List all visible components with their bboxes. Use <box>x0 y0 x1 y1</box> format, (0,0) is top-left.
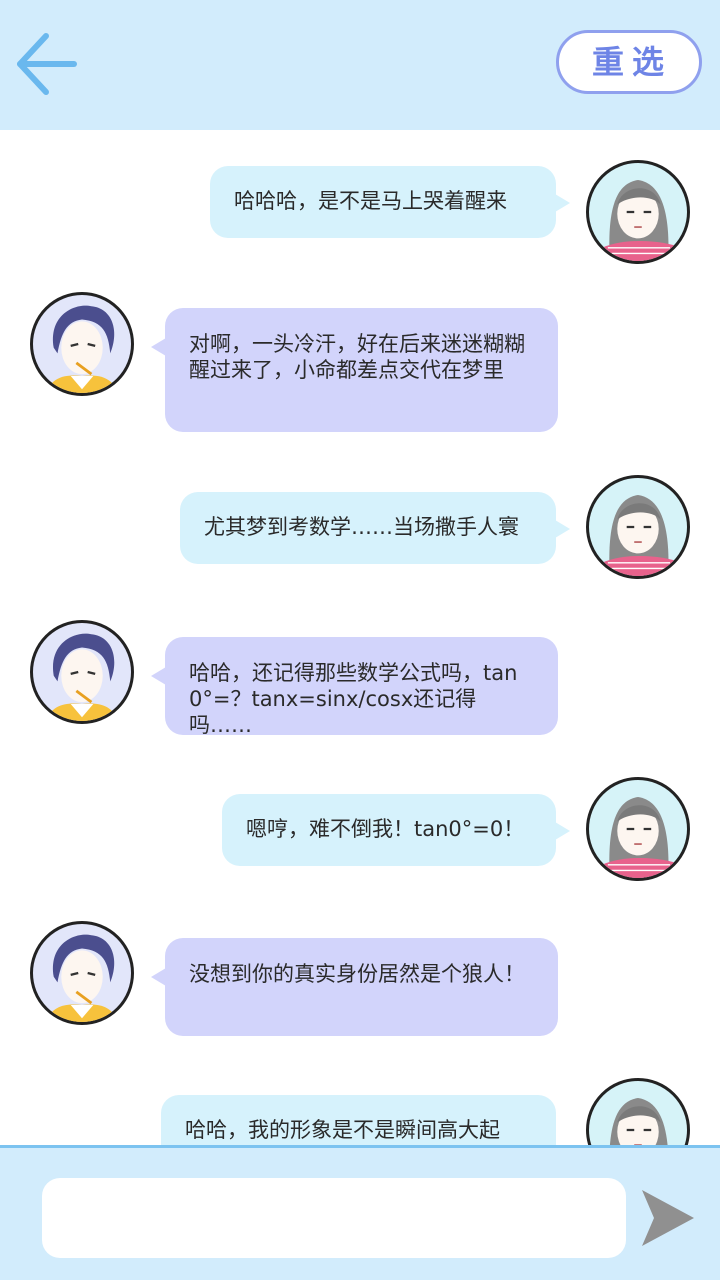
girl-avatar-icon <box>598 494 682 576</box>
boy-avatar-icon <box>46 305 118 393</box>
message-bubble: 尤其梦到考数学……当场撒手人寰 <box>180 492 570 564</box>
top-bar: 重选 <box>0 0 720 130</box>
message-input[interactable] <box>42 1178 626 1258</box>
back-button[interactable] <box>10 28 86 100</box>
message-row: 对啊，一头冷汗，好在后来迷迷糊糊醒过来了，小命都差点交代在梦里 <box>0 292 720 442</box>
input-bar <box>0 1145 720 1280</box>
girl-avatar-icon <box>609 1097 668 1145</box>
girl-avatar[interactable] <box>586 475 690 579</box>
message-row: 没想到你的真实身份居然是个狼人！ <box>0 921 720 1051</box>
girl-avatar-icon <box>598 179 682 261</box>
message-row: 哈哈，还记得那些数学公式吗，tan0°=？tanx=sinx/cosx还记得吗…… <box>0 620 720 750</box>
message-bubble: 哈哈，我的形象是不是瞬间高大起 <box>161 1095 556 1145</box>
send-icon <box>642 1190 694 1246</box>
boy-avatar-icon <box>46 934 118 1022</box>
girl-avatar[interactable] <box>586 160 690 264</box>
boy-avatar[interactable] <box>30 620 134 724</box>
send-button[interactable] <box>640 1188 696 1248</box>
boy-avatar[interactable] <box>30 292 134 396</box>
message-bubble: 哈哈哈，是不是马上哭着醒来 <box>210 166 570 238</box>
message-bubble: 嗯哼，难不倒我！tan0°=0！ <box>222 794 570 866</box>
chat-area[interactable]: 哈哈哈，是不是马上哭着醒来 对啊，一头冷汗，好在后来迷迷糊糊醒过来了，小命都差点… <box>0 130 720 1145</box>
message-row: 哈哈，我的形象是不是瞬间高大起 <box>0 1078 720 1145</box>
girl-avatar[interactable] <box>586 1078 690 1145</box>
message-row: 哈哈哈，是不是马上哭着醒来 <box>0 160 720 270</box>
message-bubble: 没想到你的真实身份居然是个狼人！ <box>151 938 558 1036</box>
message-bubble: 对啊，一头冷汗，好在后来迷迷糊糊醒过来了，小命都差点交代在梦里 <box>151 308 558 432</box>
girl-avatar[interactable] <box>586 777 690 881</box>
girl-avatar-icon <box>598 796 682 878</box>
message-row: 尤其梦到考数学……当场撒手人寰 <box>0 475 720 585</box>
reselect-button[interactable]: 重选 <box>556 30 702 94</box>
arrow-left-icon <box>17 33 77 95</box>
boy-avatar[interactable] <box>30 921 134 1025</box>
boy-avatar-icon <box>46 633 118 721</box>
message-bubble: 哈哈，还记得那些数学公式吗，tan0°=？tanx=sinx/cosx还记得吗…… <box>151 637 558 737</box>
message-row: 嗯哼，难不倒我！tan0°=0！ <box>0 777 720 887</box>
